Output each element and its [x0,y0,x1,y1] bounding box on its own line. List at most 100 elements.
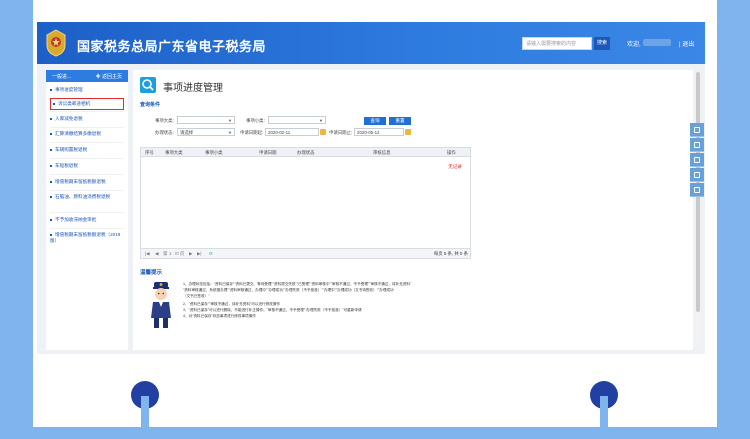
tip-line: 2、"资料已保存""审核不通过，待补充资料"可以进行修改操作 [183,302,280,306]
pin-left-stem [141,396,149,427]
bullet-icon [50,88,52,91]
bullet-icon [50,195,52,198]
page-label: 第 [163,251,168,256]
column-header: 办理状态 [297,150,315,155]
sidebar-item-label: 汇算清缴结算多缴退税 [55,131,101,136]
tip-line: 3、"资料已保存"可以进行删除，不能进行补正操作；"审核不通过，不予受理""办理… [183,308,362,312]
pager-summary: 每页 5 条, 共 0 条 [433,251,468,256]
magnifier-icon [140,77,156,93]
end-date-input[interactable]: 2020-05-12 [354,128,404,136]
sidebar-item-progress[interactable]: 事项进度管理 [50,87,124,93]
subcategory-label: 事项小类: [246,118,265,123]
float-chat-icon[interactable] [690,138,704,152]
pin-right-stem [600,396,608,427]
sidebar-item-selected[interactable]: 诉讼类邮递相机 [50,98,124,110]
sidebar-item-label: 石脑油、燃料油消费税退税 [55,194,111,199]
category-label: 事项大类: [155,118,174,123]
column-header: 序号 [145,150,154,155]
tax-emblem-icon [46,29,66,57]
logout-link[interactable]: | 退出 [679,39,694,48]
sidebar-item-label: 增值税期末留抵税额退税 [55,179,106,184]
sidebar-item-label: 入库减免退税 [55,116,83,121]
tax-app-window: 国家税务总局广东省电子税务局 请输入需要搜索的内容 搜索 欢迎, | 退出 一般… [37,22,705,354]
divider [50,212,124,213]
float-mobile-icon[interactable] [690,153,704,167]
sidebar-item-late-fee[interactable]: 不予加收滞纳金审批 [50,217,124,223]
status-select[interactable]: 请选择 ▼ [177,128,235,136]
sidebar-item-refund[interactable]: 入库减免退税 [50,116,124,122]
float-doc-icon[interactable] [690,168,704,182]
return-home-link[interactable]: ✚ 返回主页 [96,73,122,80]
page-count: /0 页 [175,251,185,256]
sidebar-item-vat-credit-2019[interactable]: 增值税期末留抵税额退税（2019版） [50,232,124,244]
sidebar-menu-toggle[interactable]: 一般进... [52,73,71,80]
reset-button[interactable]: 重置 [389,117,411,125]
search-input[interactable]: 请输入需要搜索的内容 [522,37,592,50]
bullet-icon [50,180,52,183]
status-label: 办理状态: [155,130,174,135]
tip-line: 1、办理状态包括："资料已保存""资料已提交、等待受理""资料提交失败""已受理… [183,282,412,286]
tip-line: （文书已签收）" [183,294,210,298]
tips-title: 温馨提示 [140,270,163,276]
column-header: 审核信息 [373,150,391,155]
status-select-value: 请选择 [180,130,194,135]
query-button[interactable]: 查询 [364,117,386,125]
column-header: 申请日期 [259,150,277,155]
tip-line: 4、对"资料已保存"状态事项进行修改事项操作 [183,314,256,318]
divider [50,111,124,112]
chevron-down-icon: ▼ [228,130,232,135]
sidebar-item-label: 诉讼类邮递相机 [58,101,91,106]
end-date-label: 申请日期止: [329,130,353,135]
page-title: 事项进度管理 [163,83,223,94]
next-page-button[interactable]: ▶ [189,251,192,257]
divider [50,190,124,191]
last-page-button[interactable]: ▶| [197,251,202,257]
sidebar-header: 一般进... ✚ 返回主页 [46,70,128,82]
divider [50,142,124,143]
sidebar-item-label: 车辆购置税退税 [55,147,88,152]
first-page-button[interactable]: |◀ [145,251,150,257]
page-number-input[interactable]: 1 [169,251,171,256]
welcome-text: 欢迎, [627,42,641,48]
bullet-icon [50,132,52,135]
column-header: 事项小类 [205,150,223,155]
tax-officer-mascot-icon [151,282,171,328]
tip-line: "资料审核通过，系统推办理""资料审核通过，办理中""办理成功""办理失败（不予… [183,288,394,292]
chevron-down-icon: ▼ [228,118,232,123]
divider [50,127,124,128]
sidebar-item-vat-credit[interactable]: 增值税期末留抵税额退税 [50,179,124,185]
no-records-text: 无记录 [448,164,462,169]
sidebar-item-vehicle[interactable]: 车辆购置税退税 [50,147,124,153]
float-up-icon[interactable] [690,183,704,197]
divider [50,158,124,159]
bullet-icon [50,117,52,120]
sidebar-item-settlement[interactable]: 汇算清缴结算多缴退税 [50,131,124,137]
bullet-icon [50,148,52,151]
category-select[interactable]: ▼ [177,116,235,124]
prev-page-button[interactable]: ◀ [155,251,158,257]
bullet-icon [50,233,52,236]
username-redacted [643,39,671,46]
divider [50,174,124,175]
sidebar-item-vessel[interactable]: 车船税退税 [50,163,124,169]
sidebar-item-label: 车船税退税 [55,163,78,168]
divider [50,228,124,229]
header-bar: 国家税务总局广东省电子税务局 请输入需要搜索的内容 搜索 欢迎, | 退出 [37,22,705,64]
results-table: 序号 事项大类 事项小类 申请日期 办理状态 审核信息 操作 无记录 |◀ ◀ … [140,147,471,259]
sidebar-item-label: 不予加收滞纳金审批 [55,217,97,222]
column-header: 事项大类 [165,150,183,155]
main-panel: 事项进度管理 查询条件 事项大类: ▼ 事项小类: ▼ 办理状态: 请选择 ▼ 申… [133,70,693,350]
chevron-down-icon: ▼ [319,118,323,123]
calendar-icon[interactable] [320,129,326,135]
bullet-icon [50,218,52,221]
start-date-input[interactable]: 2020-02-11 [265,128,319,136]
sidebar-item-label: 增值税期末留抵税额退税（2019版） [50,232,121,243]
table-pager: |◀ ◀ 第 1 /0 页 ▶ ▶| ⟳ 每页 5 条, 共 0 条 [141,248,470,258]
search-button[interactable]: 搜索 [594,37,610,50]
bullet-icon [53,102,55,105]
refresh-icon[interactable]: ⟳ [209,251,213,257]
subcategory-select[interactable]: ▼ [268,116,326,124]
sidebar-item-fuel[interactable]: 石脑油、燃料油消费税退税 [50,194,124,200]
calendar-icon[interactable] [405,129,411,135]
float-phone-icon[interactable] [690,123,704,137]
